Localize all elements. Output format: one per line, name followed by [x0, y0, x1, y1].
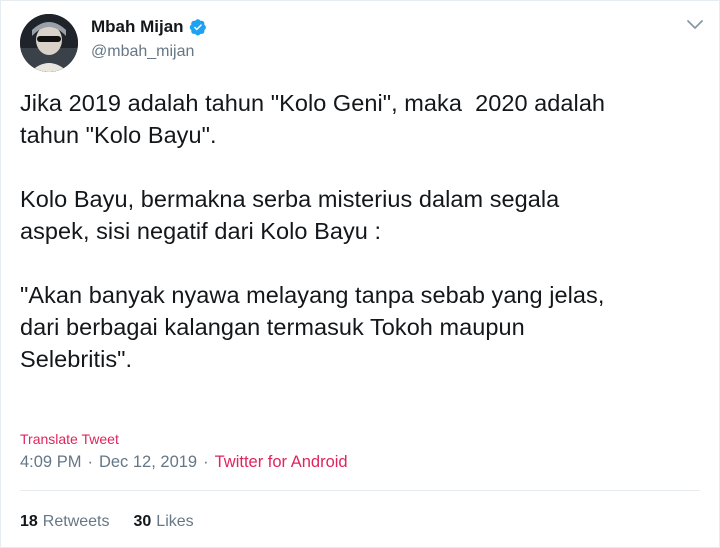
meta-separator: ·	[87, 452, 93, 471]
tweet-date[interactable]: Dec 12, 2019	[99, 453, 197, 472]
tweet-card: Mbah Mijan @mbah_mijan Jika 2019 adalah …	[0, 0, 720, 548]
likes-stat[interactable]: 30 Likes	[134, 513, 194, 531]
user-handle[interactable]: @mbah_mijan	[91, 43, 194, 61]
name-row: Mbah Mijan	[91, 15, 207, 39]
display-name[interactable]: Mbah Mijan	[91, 17, 184, 37]
tweet-stats: 18 Retweets 30 Likes	[20, 511, 218, 533]
tweet-source-link[interactable]: Twitter for Android	[215, 453, 348, 472]
chevron-down-icon[interactable]	[685, 17, 705, 33]
likes-count: 30	[133, 513, 152, 530]
retweets-count: 18	[20, 513, 38, 530]
retweets-stat[interactable]: 18 Retweets	[20, 513, 110, 531]
tweet-meta: 4:09 PM · Dec 12, 2019 · Twitter for And…	[20, 451, 348, 473]
translate-tweet-link[interactable]: Translate Tweet	[20, 431, 119, 447]
likes-label: Likes	[156, 513, 194, 530]
divider	[20, 490, 700, 491]
verified-badge-icon	[189, 19, 206, 36]
avatar[interactable]	[20, 14, 78, 72]
avatar-image	[20, 14, 78, 72]
retweets-label: Retweets	[42, 513, 110, 530]
tweet-text: Jika 2019 adalah tahun "Kolo Geni", maka…	[20, 90, 606, 372]
meta-separator: ·	[203, 452, 209, 471]
tweet-time[interactable]: 4:09 PM	[20, 453, 81, 472]
